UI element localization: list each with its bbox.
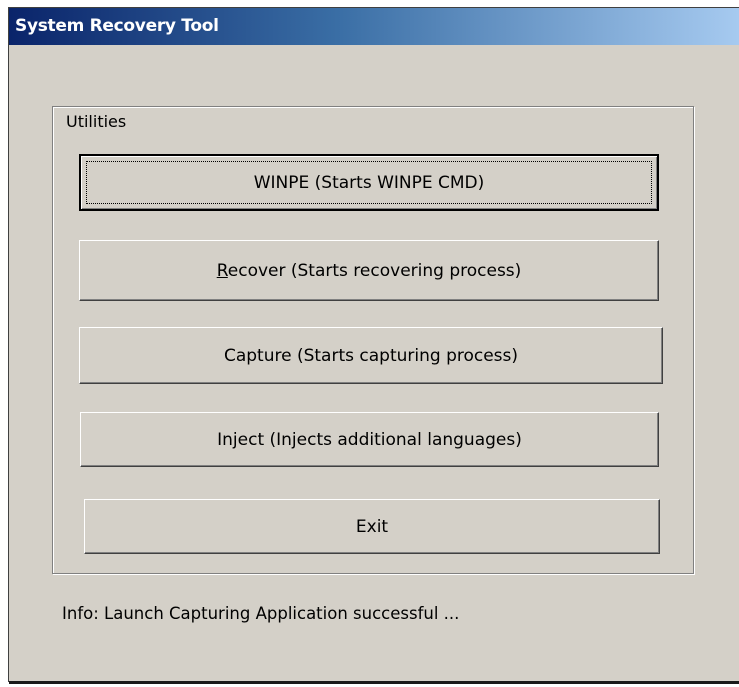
inject-button-label: Inject (Injects additional languages) <box>217 429 522 450</box>
recover-label-rest: ecover (Starts recovering process) <box>227 260 522 281</box>
window-title: System Recovery Tool <box>15 16 219 36</box>
exit-button[interactable]: Exit <box>84 499 660 554</box>
winpe-button[interactable]: WINPE (Starts WINPE CMD) <box>79 154 659 211</box>
winpe-button-label: WINPE (Starts WINPE CMD) <box>253 172 485 193</box>
capture-button[interactable]: Capture (Starts capturing process) <box>79 327 663 384</box>
recover-button[interactable]: Recover (Starts recovering process) <box>79 240 659 301</box>
title-bar[interactable]: System Recovery Tool <box>9 8 739 45</box>
capture-button-label: Capture (Starts capturing process) <box>223 345 519 366</box>
recover-mnemonic: R <box>216 260 228 281</box>
info-status-text: Info: Launch Capturing Application succe… <box>62 604 460 623</box>
inject-button[interactable]: Inject (Injects additional languages) <box>80 412 659 467</box>
exit-button-label: Exit <box>355 516 389 537</box>
recover-button-label: Recover (Starts recovering process) <box>217 261 522 281</box>
utilities-legend: Utilities <box>64 112 130 132</box>
